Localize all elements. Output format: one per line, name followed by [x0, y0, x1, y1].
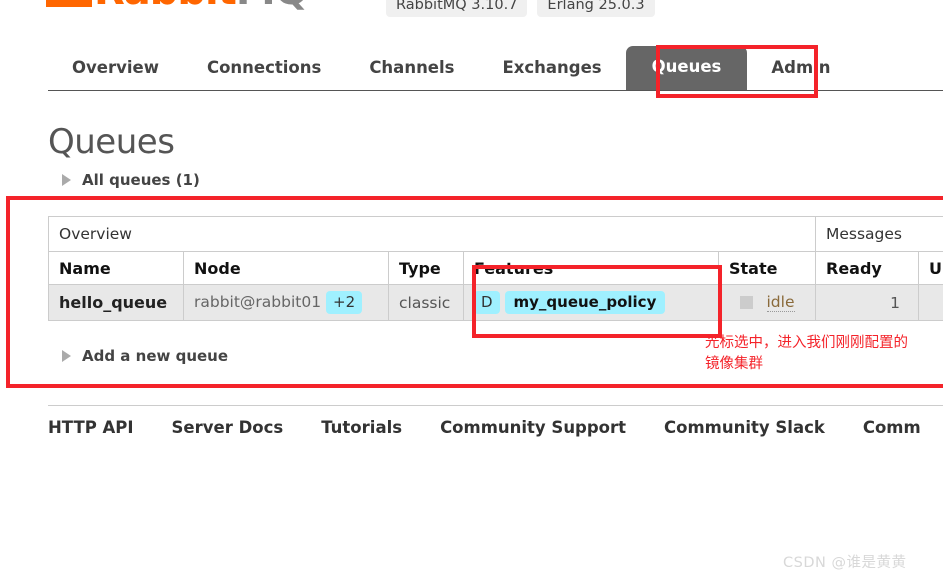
- cell-queue-name[interactable]: hello_queue: [48, 284, 184, 321]
- add-new-queue-label: Add a new queue: [82, 347, 229, 365]
- annotation-note: 光标选中，进入我们刚刚配置的 镜像集群: [705, 333, 943, 375]
- group-header-messages: Messages: [815, 216, 943, 252]
- add-new-queue-toggle[interactable]: Add a new queue: [62, 347, 228, 365]
- cell-node: rabbit@rabbit01 +2: [183, 284, 389, 321]
- footer-link-commercial-support[interactable]: Comm: [863, 418, 921, 437]
- nav-item-exchanges[interactable]: Exchanges: [478, 48, 625, 90]
- column-header-unacked[interactable]: Un: [918, 251, 943, 285]
- nav-divider: [48, 90, 943, 91]
- cell-state: idle: [718, 284, 816, 321]
- cell-ready: 1: [815, 284, 919, 321]
- state-indicator-icon: [739, 296, 753, 309]
- rabbitmq-management-page: Rabbit MQ TM RabbitMQ 3.10.7 Erlang 25.0…: [0, 0, 943, 577]
- feature-policy-badge[interactable]: my_queue_policy: [504, 291, 666, 314]
- node-name-text: rabbit@rabbit01: [194, 293, 322, 311]
- csdn-watermark: CSDN @谁是黄黄: [783, 555, 907, 571]
- chevron-right-icon: [62, 350, 71, 362]
- cell-type: classic: [388, 284, 464, 321]
- nav-item-admin[interactable]: Admin: [747, 48, 854, 90]
- main-nav: Overview Connections Channels Exchanges …: [0, 44, 943, 92]
- annotation-note-line1: 光标选中，进入我们刚刚配置的: [705, 335, 908, 351]
- footer-link-community-slack[interactable]: Community Slack: [664, 418, 825, 437]
- nav-item-overview[interactable]: Overview: [48, 48, 183, 90]
- nav-item-channels[interactable]: Channels: [345, 48, 478, 90]
- footer-link-http-api[interactable]: HTTP API: [48, 418, 134, 437]
- column-header-type[interactable]: Type: [388, 251, 464, 285]
- column-header-state[interactable]: State: [718, 251, 816, 285]
- group-header-overview: Overview: [48, 216, 816, 252]
- column-header-node[interactable]: Node: [183, 251, 389, 285]
- nav-item-connections[interactable]: Connections: [183, 48, 345, 90]
- queues-table: Overview Messages Name Node Type Feature…: [48, 216, 943, 321]
- cell-unacked: [918, 284, 943, 321]
- table-row[interactable]: hello_queue rabbit@rabbit01 +2 classic D…: [48, 284, 943, 321]
- footer-link-tutorials[interactable]: Tutorials: [321, 418, 402, 437]
- erlang-version-badge: Erlang 25.0.3: [537, 0, 655, 17]
- chevron-right-icon: [62, 174, 71, 186]
- column-header-name[interactable]: Name: [48, 251, 184, 285]
- logo-mq-text: MQ: [236, 0, 309, 12]
- cell-features: D my_queue_policy: [463, 284, 719, 321]
- table-group-header-row: Overview Messages: [48, 216, 943, 252]
- rabbitmq-logo[interactable]: Rabbit MQ TM: [46, 0, 329, 12]
- column-header-ready[interactable]: Ready: [815, 251, 919, 285]
- all-queues-toggle[interactable]: All queues (1): [62, 171, 200, 189]
- annotation-note-line2: 镜像集群: [705, 356, 763, 372]
- feature-durable-badge: D: [474, 291, 500, 314]
- app-header: Rabbit MQ TM RabbitMQ 3.10.7 Erlang 25.0…: [0, 0, 943, 18]
- footer-link-server-docs[interactable]: Server Docs: [172, 418, 284, 437]
- rabbitmq-version-badge: RabbitMQ 3.10.7: [386, 0, 528, 17]
- version-badges: RabbitMQ 3.10.7 Erlang 25.0.3: [386, 0, 655, 17]
- page-title: Queues: [48, 122, 175, 162]
- logo-bar-icon: [46, 0, 92, 7]
- all-queues-label: All queues (1): [82, 171, 200, 189]
- node-extra-badge: +2: [326, 291, 363, 314]
- footer-links: HTTP API Server Docs Tutorials Community…: [48, 405, 943, 437]
- nav-item-queues[interactable]: Queues: [625, 46, 748, 90]
- column-header-features[interactable]: Features: [463, 251, 719, 285]
- state-text: idle: [766, 293, 795, 312]
- logo-rabbit-text: Rabbit: [94, 0, 237, 12]
- table-column-header-row: Name Node Type Features State Ready Un: [48, 251, 943, 285]
- footer-link-community-support[interactable]: Community Support: [440, 418, 626, 437]
